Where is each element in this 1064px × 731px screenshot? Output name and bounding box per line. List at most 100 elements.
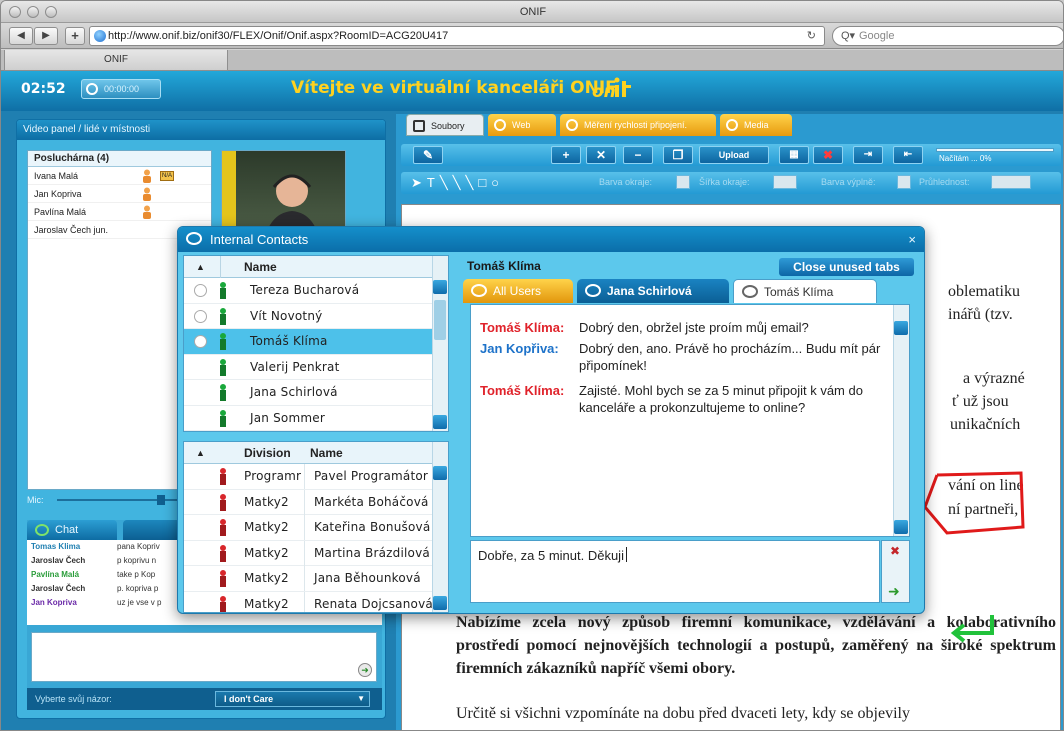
drawing-tools-icons[interactable]: ➤T╲╲╲□○ [411, 175, 504, 191]
window-titlebar: ONIF [1, 1, 1063, 23]
contact-row[interactable]: Valerij Penkrat [184, 355, 448, 380]
contact-row[interactable]: Tereza Bucharová [184, 278, 448, 304]
address-bar[interactable]: http://www.onif.biz/onif30/FLEX/Onif/Oni… [89, 26, 825, 46]
chat-log-text: uz je vse v p [117, 598, 162, 607]
drawing-toolbar: ➤T╲╲╲□○ Barva okraje: Šířka okraje: Barv… [401, 172, 1061, 194]
add-button[interactable]: + [551, 146, 581, 164]
border-color-label: Barva okraje: [599, 177, 653, 187]
contact-row[interactable]: Vít Novotný [184, 304, 448, 329]
close-window-button[interactable] [9, 6, 21, 18]
division-row[interactable]: Programr Pavel Programátor [184, 464, 448, 490]
chat-input[interactable]: ➜ [31, 632, 377, 682]
division-row[interactable]: Matky2 Kateřina Bonušová [184, 515, 448, 541]
scroll-up-icon[interactable] [894, 321, 908, 335]
opinion-label: Vyberte svůj názor: [35, 694, 112, 704]
close-unused-tabs-button[interactable]: Close unused tabs [779, 258, 914, 276]
room-user-row[interactable]: Ivana Malá N/A [28, 167, 211, 185]
border-color-swatch[interactable] [676, 175, 690, 189]
recording-time: 00:00:00 [104, 84, 140, 94]
browser-tab-onif[interactable]: ONIF [4, 50, 228, 71]
reload-icon[interactable]: ↻ [807, 27, 816, 45]
back-button[interactable]: ◀ [9, 27, 33, 45]
window-title: ONIF [519, 6, 547, 18]
scroll-down-icon[interactable] [433, 415, 447, 429]
fill-color-swatch[interactable] [897, 175, 911, 189]
name-column-header[interactable]: Name [310, 442, 343, 464]
minimize-window-button[interactable] [27, 6, 39, 18]
tab-soubory[interactable]: Soubory [406, 114, 484, 136]
opinion-value: I don't Care [224, 694, 274, 704]
import-icon[interactable]: ⇥ [853, 146, 883, 164]
contact-name: Valerij Penkrat [250, 359, 340, 374]
room-user-row[interactable]: Pavlína Malá [28, 203, 211, 221]
tab-web[interactable]: Web [488, 114, 556, 136]
opacity-select[interactable] [991, 175, 1031, 189]
remove-button[interactable]: − [623, 146, 653, 164]
division-scrollbar[interactable] [432, 442, 448, 612]
message-sender: Tomáš Klíma: [480, 383, 565, 398]
mic-slider-handle[interactable] [157, 495, 165, 505]
division-row[interactable]: Matky2 Martina Brázdilová [184, 540, 448, 566]
contact-row[interactable]: Jan Sommer [184, 406, 448, 431]
sort-up-icon[interactable]: ▲ [196, 256, 205, 278]
person-green-icon [220, 333, 226, 350]
close-icon[interactable]: ✕ [586, 146, 616, 164]
dialog-header: Internal Contacts × [178, 227, 924, 252]
messages-scrollbar[interactable] [893, 305, 909, 536]
room-user-name: Ivana Malá [34, 171, 79, 181]
scroll-up-icon[interactable] [433, 280, 447, 294]
contacts-name-header[interactable]: Name [244, 256, 277, 278]
send-arrow-icon[interactable]: ➜ [888, 583, 900, 600]
grid-icon[interactable]: ▦ [779, 146, 809, 164]
edit-button[interactable]: ✎ [413, 146, 443, 164]
scroll-up-icon[interactable] [433, 466, 447, 480]
room-user-row[interactable]: Jan Kopriva [28, 185, 211, 203]
room-header: Posluchárna (4) [28, 151, 211, 167]
search-field[interactable]: Q▾ Google [832, 26, 1063, 46]
delete-icon[interactable]: ✖ [813, 146, 843, 164]
message-input[interactable]: Dobře, za 5 minut. Děkuji [470, 540, 880, 603]
division-row[interactable]: Matky2 Jana Běhounková [184, 566, 448, 592]
contact-radio[interactable] [194, 309, 207, 323]
tab-speed-test[interactable]: Měření rychlosti připojení. [560, 114, 716, 136]
browser-tabbar: ONIF [1, 50, 1063, 71]
clear-icon[interactable]: ✖ [890, 544, 900, 558]
scroll-thumb[interactable] [434, 300, 446, 340]
person-red-icon [220, 544, 226, 562]
division-row[interactable]: Matky2 Markéta Boháčová [184, 489, 448, 515]
upload-button[interactable]: Upload [699, 146, 769, 164]
tab-chat[interactable]: Chat [27, 520, 117, 540]
add-bookmark-button[interactable]: + [65, 27, 85, 45]
contact-name: Tereza Bucharová [250, 283, 360, 297]
contacts-grid: ▲ Name Tereza Bucharová Vít Novotný Tomá… [183, 255, 449, 432]
contacts-scrollbar[interactable] [432, 256, 448, 431]
chat-tab-jana[interactable]: Jana Schirlová [577, 279, 729, 303]
chat-tab-all-users[interactable]: All Users [463, 279, 573, 303]
division-column-header[interactable]: Division [244, 442, 291, 464]
forward-button[interactable]: ▶ [34, 27, 58, 45]
contact-row-selected[interactable]: Tomáš Klíma [184, 329, 448, 355]
tab-media[interactable]: Media [720, 114, 792, 136]
division-row[interactable]: Matky2 Renata Dojcsanová [184, 591, 448, 612]
recording-button[interactable]: 00:00:00 [81, 79, 161, 99]
contact-radio[interactable] [194, 335, 207, 348]
scroll-down-icon[interactable] [433, 596, 447, 610]
send-arrow-icon[interactable]: ➜ [358, 663, 372, 677]
doc-text: oblematiku [948, 283, 1020, 300]
close-icon[interactable]: × [908, 227, 916, 252]
zoom-window-button[interactable] [45, 6, 57, 18]
copy-icon[interactable]: ❐ [663, 146, 693, 164]
opinion-select[interactable]: I don't Care ▼ [215, 691, 370, 707]
sort-up-icon[interactable]: ▲ [196, 442, 205, 464]
scroll-down-icon[interactable] [894, 520, 908, 534]
contact-radio[interactable] [194, 284, 207, 297]
chat-log-text: p. kopriva p [117, 584, 159, 593]
contact-name: Jan Sommer [250, 410, 325, 425]
contact-row[interactable]: Jana Schirlová [184, 380, 448, 406]
message-text: Dobrý den, ano. Právě ho procházím... Bu… [579, 341, 881, 373]
border-width-select[interactable] [773, 175, 797, 189]
chat-tab-tomas[interactable]: Tomáš Klíma [733, 279, 877, 303]
browser-window: ONIF ◀ ▶ + http://www.onif.biz/onif30/FL… [0, 0, 1064, 731]
app-header: 02:52 00:00:00 Vítejte ve virtuální kanc… [1, 71, 1063, 111]
export-icon[interactable]: ⇤ [893, 146, 923, 164]
